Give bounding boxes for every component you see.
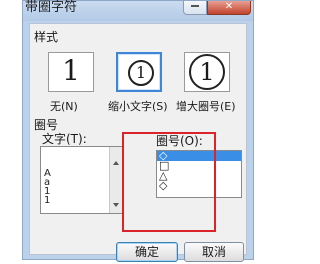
text-list-scrollbar[interactable]	[109, 147, 123, 213]
title-bar[interactable]: 带圈字符 ✕	[23, 0, 253, 21]
text-list[interactable]: A a 1 1	[40, 146, 124, 214]
style-option-enlarge-symbol[interactable]: 1	[184, 52, 230, 92]
shrink-text-glyph: 1	[128, 60, 154, 86]
scroll-down-icon[interactable]	[113, 203, 119, 207]
minimize-icon	[191, 5, 199, 7]
close-icon: ✕	[224, 1, 234, 12]
text-list-label: 文字(T):	[42, 132, 87, 146]
scroll-up-icon[interactable]	[113, 161, 119, 165]
style-option-none-label[interactable]: 无(N)	[50, 98, 78, 114]
dialog-title: 带圈字符	[25, 0, 78, 15]
style-section-label: 样式	[34, 30, 59, 44]
style-option-shrink-text-label[interactable]: 缩小文字(S)	[108, 98, 168, 114]
enlarge-symbol-glyph: 1	[189, 54, 225, 90]
style-option-enlarge-symbol-label[interactable]: 增大圈号(E)	[176, 98, 236, 114]
ok-button[interactable]: 确定	[116, 242, 178, 262]
style-option-shrink-text[interactable]: 1	[116, 52, 162, 92]
cancel-button[interactable]: 取消	[184, 242, 244, 262]
minimize-button[interactable]	[183, 1, 207, 15]
style-option-none[interactable]: 1	[48, 52, 94, 92]
close-button[interactable]: ✕	[207, 1, 251, 15]
plain-one-glyph: 1	[62, 54, 80, 87]
red-highlight-frame	[122, 132, 216, 232]
